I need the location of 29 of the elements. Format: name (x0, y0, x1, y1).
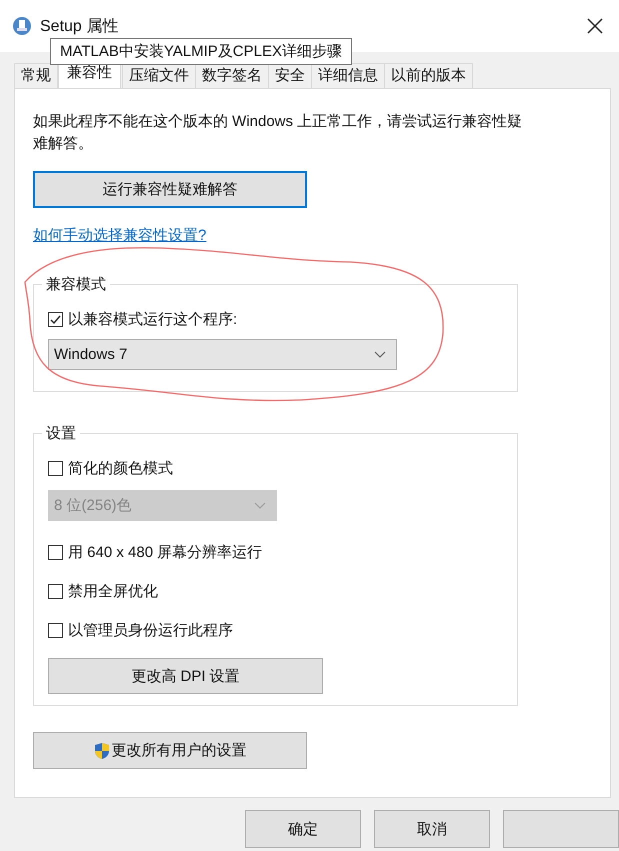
checkbox-label: 以兼容模式运行这个程序: (68, 310, 238, 328)
checkbox-label: 用 640 x 480 屏幕分辨率运行 (68, 542, 262, 562)
tab[interactable]: 以前的版本 (384, 63, 473, 88)
dialog-button[interactable]: 取消 (374, 810, 490, 848)
tab[interactable]: 常规 (14, 63, 58, 88)
checkbox-label: 以管理员身份运行此程序 (68, 620, 233, 640)
checkbox[interactable] (48, 312, 63, 326)
window-title: Setup 属性 (40, 16, 120, 36)
app-icon (12, 16, 32, 36)
intro-text: 如果此程序不能在这个版本的 Windows 上正常工作，请尝试运行兼容性疑难解答。 (33, 112, 523, 154)
shield-icon (94, 742, 110, 760)
checkbox[interactable] (48, 622, 63, 638)
all-users-button[interactable]: 更改所有用户的设置 (33, 732, 307, 769)
troubleshoot-button[interactable]: 运行兼容性疑难解答 (33, 171, 307, 208)
tooltip: MATLAB中安装YALMIP及CPLEX详细步骤 (50, 38, 352, 65)
version-dropdown[interactable]: Windows 7 (48, 339, 397, 370)
checkbox-label: 禁用全屏优化 (68, 582, 158, 600)
group-title: 兼容模式 (45, 275, 107, 294)
close-icon[interactable] (587, 18, 603, 34)
checkbox[interactable] (48, 584, 63, 598)
checkbox[interactable] (48, 544, 63, 560)
dpi-settings-button[interactable]: 更改高 DPI 设置 (48, 658, 323, 694)
help-link[interactable]: 如何手动选择兼容性设置? (33, 226, 206, 245)
caret-icon (374, 350, 386, 358)
group-title: 设置 (45, 424, 77, 443)
checkbox-label: 简化的颜色模式 (68, 458, 173, 478)
dialog-button[interactable]: 确定 (245, 810, 361, 848)
caret-icon (254, 502, 266, 510)
checkbox[interactable] (48, 460, 63, 476)
